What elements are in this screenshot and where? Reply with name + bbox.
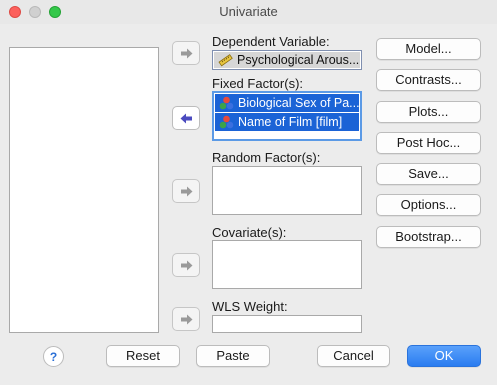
ok-button[interactable]: OK (407, 345, 481, 367)
list-item[interactable]: Name of Film [film] (215, 113, 359, 131)
help-button[interactable]: ? (43, 346, 64, 367)
window-title: Univariate (219, 4, 278, 19)
fixed-factor-name: Biological Sex of Pa... (238, 96, 359, 110)
move-to-dependent-button[interactable] (172, 41, 200, 65)
covariates-list[interactable] (212, 240, 362, 289)
dependent-variable-name: Psychological Arous... (237, 53, 360, 67)
random-factors-list[interactable] (212, 166, 362, 215)
list-item[interactable]: Biological Sex of Pa... (215, 94, 359, 112)
cancel-button[interactable]: Cancel (317, 345, 390, 367)
contrasts-button[interactable]: Contrasts... (376, 69, 481, 91)
source-variable-list[interactable] (9, 47, 159, 333)
maximize-window-button[interactable] (49, 6, 61, 18)
paste-button[interactable]: Paste (196, 345, 270, 367)
plots-button[interactable]: Plots... (376, 101, 481, 123)
wls-weight-label: WLS Weight: (212, 299, 288, 314)
random-factors-label: Random Factor(s): (212, 150, 321, 165)
move-to-wls-button[interactable] (172, 307, 200, 331)
arrow-right-icon (180, 314, 192, 324)
univariate-dialog: Univariate Dependent Variable: Psycholog… (0, 0, 497, 385)
dependent-variable-label: Dependent Variable: (212, 34, 330, 49)
wls-weight-field[interactable] (212, 315, 362, 333)
nominal-icon (219, 115, 234, 129)
arrow-right-icon (180, 48, 192, 58)
minimize-window-button[interactable] (29, 6, 41, 18)
arrow-right-icon (180, 186, 192, 196)
move-to-random-button[interactable] (172, 179, 200, 203)
fixed-factors-list[interactable]: Biological Sex of Pa... Name of Film [fi… (212, 91, 362, 141)
arrow-left-icon (180, 113, 192, 123)
save-button[interactable]: Save... (376, 163, 481, 185)
bootstrap-button[interactable]: Bootstrap... (376, 226, 481, 248)
ruler-icon (218, 53, 233, 67)
nominal-icon (219, 96, 234, 110)
dependent-variable-field[interactable]: Psychological Arous... (212, 50, 362, 70)
model-button[interactable]: Model... (376, 38, 481, 60)
title-bar: Univariate (0, 0, 497, 24)
reset-button[interactable]: Reset (106, 345, 180, 367)
covariates-label: Covariate(s): (212, 225, 287, 240)
dependent-variable-item[interactable]: Psychological Arous... (214, 52, 360, 68)
fixed-factor-name: Name of Film [film] (238, 115, 343, 129)
close-window-button[interactable] (9, 6, 21, 18)
post-hoc-button[interactable]: Post Hoc... (376, 132, 481, 154)
options-button[interactable]: Options... (376, 194, 481, 216)
arrow-right-icon (180, 260, 192, 270)
move-to-covariate-button[interactable] (172, 253, 200, 277)
move-from-fixed-button[interactable] (172, 106, 200, 130)
fixed-factors-label: Fixed Factor(s): (212, 76, 304, 91)
